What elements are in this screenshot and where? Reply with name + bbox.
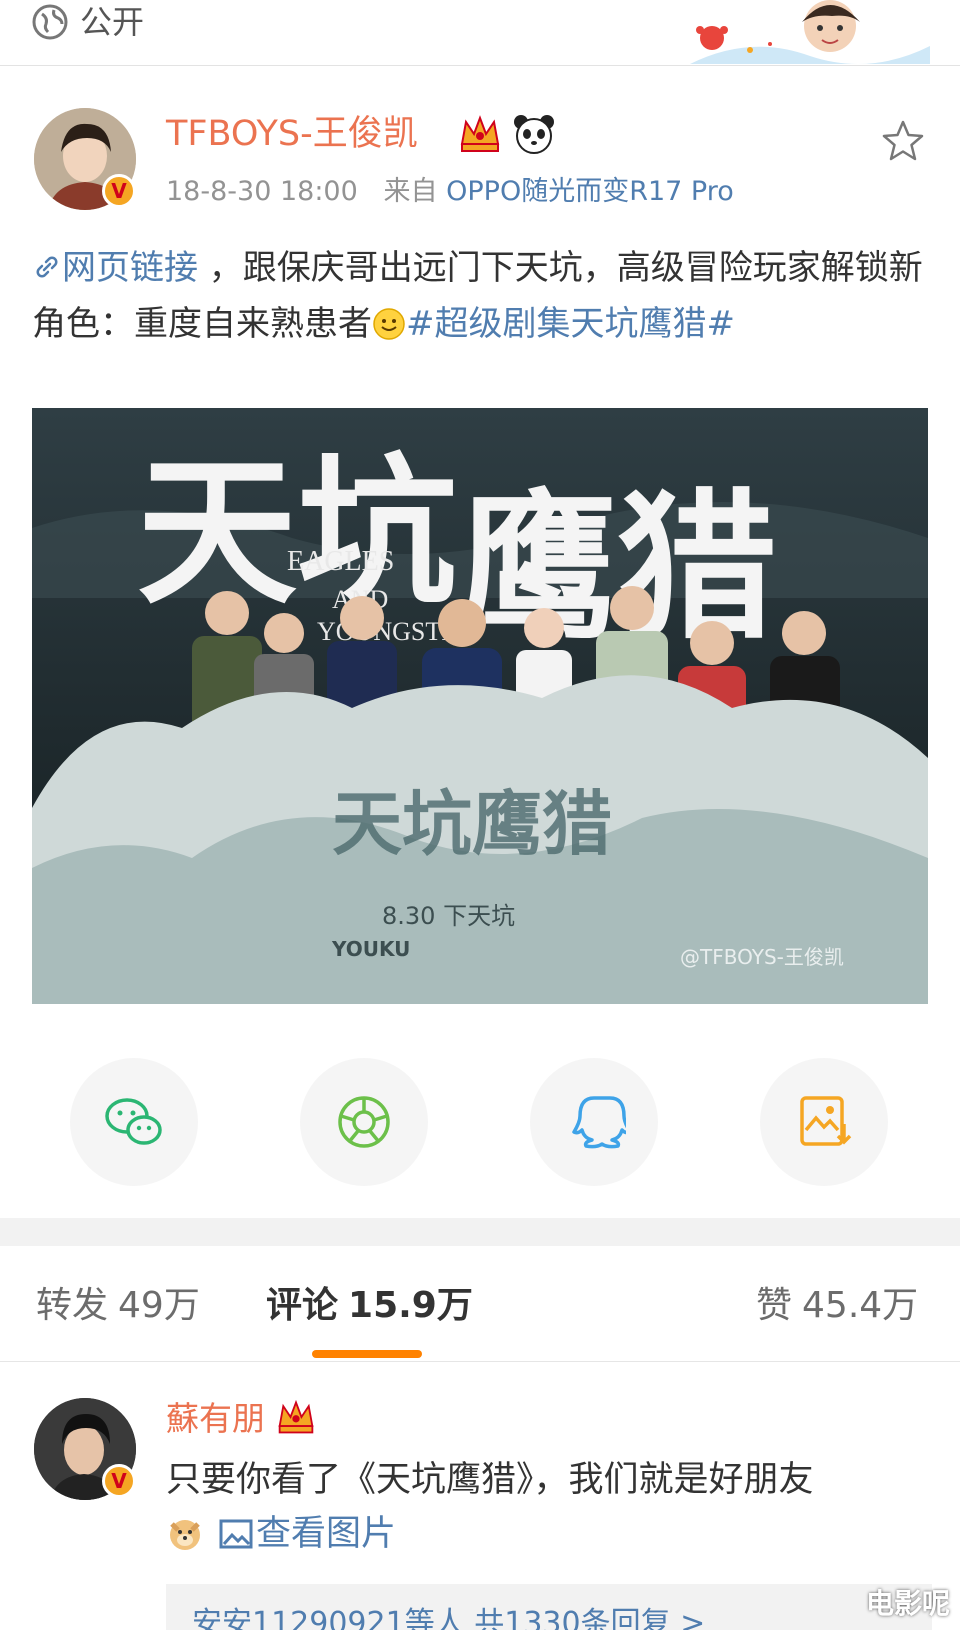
tab-repost-label: 转发	[36, 1285, 109, 1326]
top-bar: 公开	[0, 0, 960, 66]
interaction-tabs: 转发 49万 评论 15.9万 赞 45.4万	[0, 1246, 960, 1362]
post-date: 18-8-30 18:00	[166, 176, 358, 207]
share-wechat-button[interactable]	[70, 1058, 198, 1186]
post-text: 网页链接 ，跟保庆哥出远门下天坑，高级冒险玩家解锁新角色：重度自来熟患者 #超级剧…	[32, 240, 932, 352]
save-image-button[interactable]	[760, 1058, 888, 1186]
globe-icon	[32, 4, 68, 40]
image-icon	[219, 1519, 253, 1549]
tab-comments-label: 评论	[266, 1285, 339, 1326]
active-tab-indicator	[312, 1350, 422, 1358]
tab-repost[interactable]: 转发 49万	[36, 1282, 200, 1330]
smile-emoji-icon	[373, 308, 405, 340]
wechat-icon	[105, 1098, 162, 1145]
post-image[interactable]: 天坑 鹰猎 EAGLES AND YOUNGSTER 天坑鹰猎 8.30 下天坑…	[32, 408, 928, 1004]
verified-badge: V	[102, 1464, 136, 1498]
web-link-label[interactable]: 网页链接	[62, 248, 198, 288]
moments-icon	[338, 1096, 390, 1148]
tab-comments[interactable]: 评论 15.9万	[266, 1282, 473, 1330]
tab-repost-count: 49万	[118, 1285, 200, 1326]
view-image-link[interactable]: 查看图片	[256, 1506, 396, 1562]
doge-emoji-icon	[170, 1520, 200, 1550]
event-photo: 天坑 鹰猎 EAGLES AND YOUNGSTER 天坑鹰猎 8.30 下天坑…	[32, 408, 928, 1004]
tab-likes[interactable]: 赞 45.4万	[756, 1282, 918, 1330]
verified-badge: V	[102, 174, 136, 208]
replies-box[interactable]: 安安11290921等人 共1330条回复 >	[166, 1584, 932, 1630]
source-prefix: 来自	[383, 176, 438, 207]
comment-author-name[interactable]: 蘇有朋	[166, 1396, 265, 1442]
image-brand: YOUKU	[331, 937, 410, 961]
share-moments-button[interactable]	[300, 1058, 428, 1186]
hashtag-link[interactable]: #超级剧集天坑鹰猎#	[406, 304, 735, 344]
post-meta: 18-8-30 18:00 来自 OPPO随光而变R17 Pro	[166, 172, 734, 212]
post-author-name[interactable]: TFBOYS-王俊凯	[166, 110, 418, 158]
comment-text: 只要你看了《天坑鹰猎》，我们就是好朋友	[166, 1460, 814, 1500]
sculpture-title: 天坑鹰猎	[332, 782, 612, 865]
link-icon	[36, 256, 58, 278]
visibility-label: 公开	[80, 3, 145, 41]
post-source-link[interactable]: OPPO随光而变R17 Pro	[446, 176, 734, 207]
panda-icon	[514, 115, 554, 154]
header-banner-image	[690, 0, 930, 64]
image-english-title-1: EAGLES	[287, 546, 394, 577]
tab-likes-label: 赞	[756, 1285, 793, 1326]
tab-likes-count: 45.4万	[802, 1285, 919, 1326]
share-row	[0, 1058, 960, 1188]
qq-icon	[572, 1096, 626, 1149]
crown-icon	[278, 1399, 314, 1434]
share-qq-button[interactable]	[530, 1058, 658, 1186]
save-image-icon	[800, 1096, 852, 1146]
image-date-caption: 8.30 下天坑	[382, 902, 515, 930]
page-watermark: 电影呢	[865, 1587, 950, 1620]
replies-link[interactable]: 安安11290921等人 共1330条回复 >	[192, 1604, 705, 1630]
image-watermark: @TFBOYS-王俊凯	[680, 945, 844, 969]
tab-comments-count: 15.9万	[348, 1285, 473, 1326]
crown-icon	[460, 115, 500, 152]
favorite-star-icon[interactable]	[880, 118, 926, 164]
image-title-part1: 天坑	[137, 438, 457, 626]
section-divider	[0, 1218, 960, 1246]
web-link[interactable]: 网页链接	[32, 248, 198, 288]
